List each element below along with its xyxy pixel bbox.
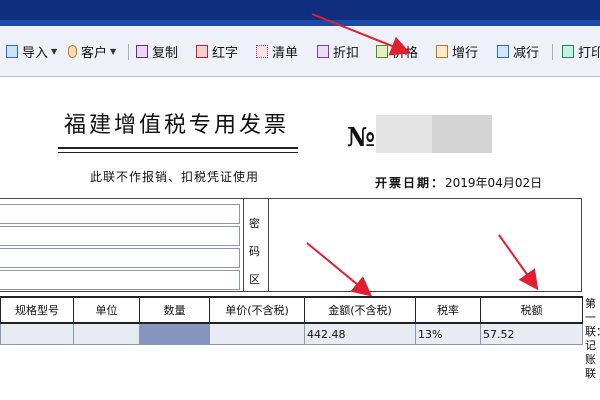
annotation-arrow-amount: [306, 242, 373, 297]
annotation-arrow-tax: [498, 234, 539, 291]
annotation-arrows: [306, 13, 539, 297]
annotation-arrow-price: [311, 13, 411, 56]
